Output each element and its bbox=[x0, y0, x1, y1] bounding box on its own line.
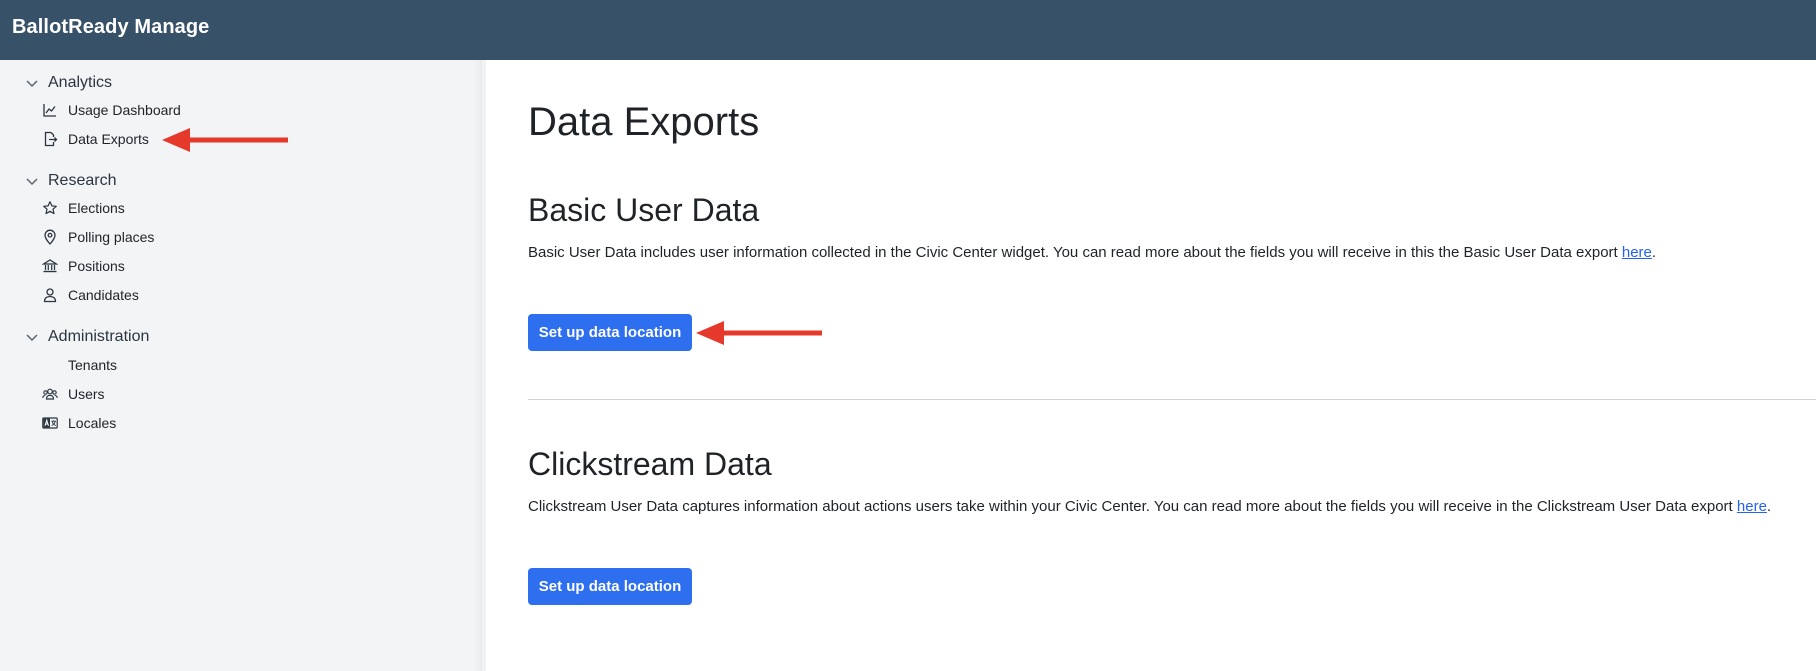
sidebar: Analytics Usage Dashboard Data Exports R… bbox=[0, 60, 482, 671]
sidebar-item-label: Polling places bbox=[68, 229, 155, 245]
sidebar-group-label: Research bbox=[48, 172, 117, 189]
sidebar-item-label: Users bbox=[68, 386, 105, 402]
file-export-icon bbox=[42, 131, 58, 147]
sidebar-item-locales[interactable]: Locales bbox=[42, 413, 116, 433]
sidebar-group-label: Administration bbox=[48, 328, 150, 345]
chevron-down-icon bbox=[26, 334, 38, 342]
section-description-basic-user-data: Basic User Data includes user informatio… bbox=[528, 244, 1656, 261]
star-icon bbox=[42, 200, 58, 216]
sidebar-item-tenants[interactable]: Tenants bbox=[42, 355, 117, 375]
set-up-data-location-button[interactable]: Set up data location bbox=[528, 568, 692, 605]
section-title-clickstream-data: Clickstream Data bbox=[528, 446, 772, 482]
section-divider bbox=[528, 399, 1816, 400]
chevron-down-icon bbox=[26, 178, 38, 186]
sidebar-group-research[interactable]: Research bbox=[24, 170, 116, 192]
section-description-clickstream-data: Clickstream User Data captures informati… bbox=[528, 498, 1771, 515]
sidebar-item-candidates[interactable]: Candidates bbox=[42, 285, 139, 305]
tenants-icon-placeholder bbox=[42, 357, 58, 373]
here-link[interactable]: here bbox=[1622, 244, 1652, 261]
sidebar-item-label: Usage Dashboard bbox=[68, 102, 181, 118]
sidebar-divider bbox=[474, 60, 486, 671]
main-content: Data Exports Basic User Data Basic User … bbox=[528, 60, 1816, 671]
section-title-basic-user-data: Basic User Data bbox=[528, 192, 760, 228]
sidebar-item-label: Candidates bbox=[68, 287, 139, 303]
annotation-arrow bbox=[696, 321, 822, 345]
description-text: Clickstream User Data captures informati… bbox=[528, 498, 1737, 515]
description-text: Basic User Data includes user informatio… bbox=[528, 244, 1622, 261]
government-building-icon bbox=[42, 258, 58, 274]
users-icon bbox=[42, 386, 58, 402]
sidebar-item-users[interactable]: Users bbox=[42, 384, 105, 404]
sidebar-item-usage-dashboard[interactable]: Usage Dashboard bbox=[42, 100, 181, 120]
top-bar: BallotReady Manage bbox=[0, 0, 1816, 60]
description-suffix: . bbox=[1766, 498, 1772, 515]
sidebar-item-label: Positions bbox=[68, 258, 125, 274]
sidebar-group-analytics[interactable]: Analytics bbox=[24, 72, 112, 94]
page-title: Data Exports bbox=[528, 100, 760, 144]
chevron-down-icon bbox=[26, 80, 38, 88]
sidebar-item-label: Data Exports bbox=[68, 131, 149, 147]
here-link[interactable]: here bbox=[1737, 498, 1767, 515]
sidebar-item-positions[interactable]: Positions bbox=[42, 256, 125, 276]
map-pin-icon bbox=[42, 229, 58, 245]
sidebar-group-administration[interactable]: Administration bbox=[24, 326, 149, 348]
language-icon bbox=[42, 415, 58, 431]
sidebar-item-label: Elections bbox=[68, 200, 125, 216]
sidebar-item-elections[interactable]: Elections bbox=[42, 198, 125, 218]
description-suffix: . bbox=[1651, 244, 1657, 261]
set-up-data-location-button[interactable]: Set up data location bbox=[528, 314, 692, 351]
user-icon bbox=[42, 287, 58, 303]
sidebar-item-label: Locales bbox=[68, 415, 117, 431]
sidebar-item-polling-places[interactable]: Polling places bbox=[42, 227, 154, 247]
sidebar-item-label: Tenants bbox=[68, 357, 118, 373]
annotation-arrow bbox=[162, 128, 288, 152]
sidebar-group-label: Analytics bbox=[48, 74, 113, 91]
app-title[interactable]: BallotReady Manage bbox=[12, 16, 209, 39]
sidebar-item-data-exports[interactable]: Data Exports bbox=[42, 129, 149, 149]
line-chart-icon bbox=[42, 102, 58, 118]
